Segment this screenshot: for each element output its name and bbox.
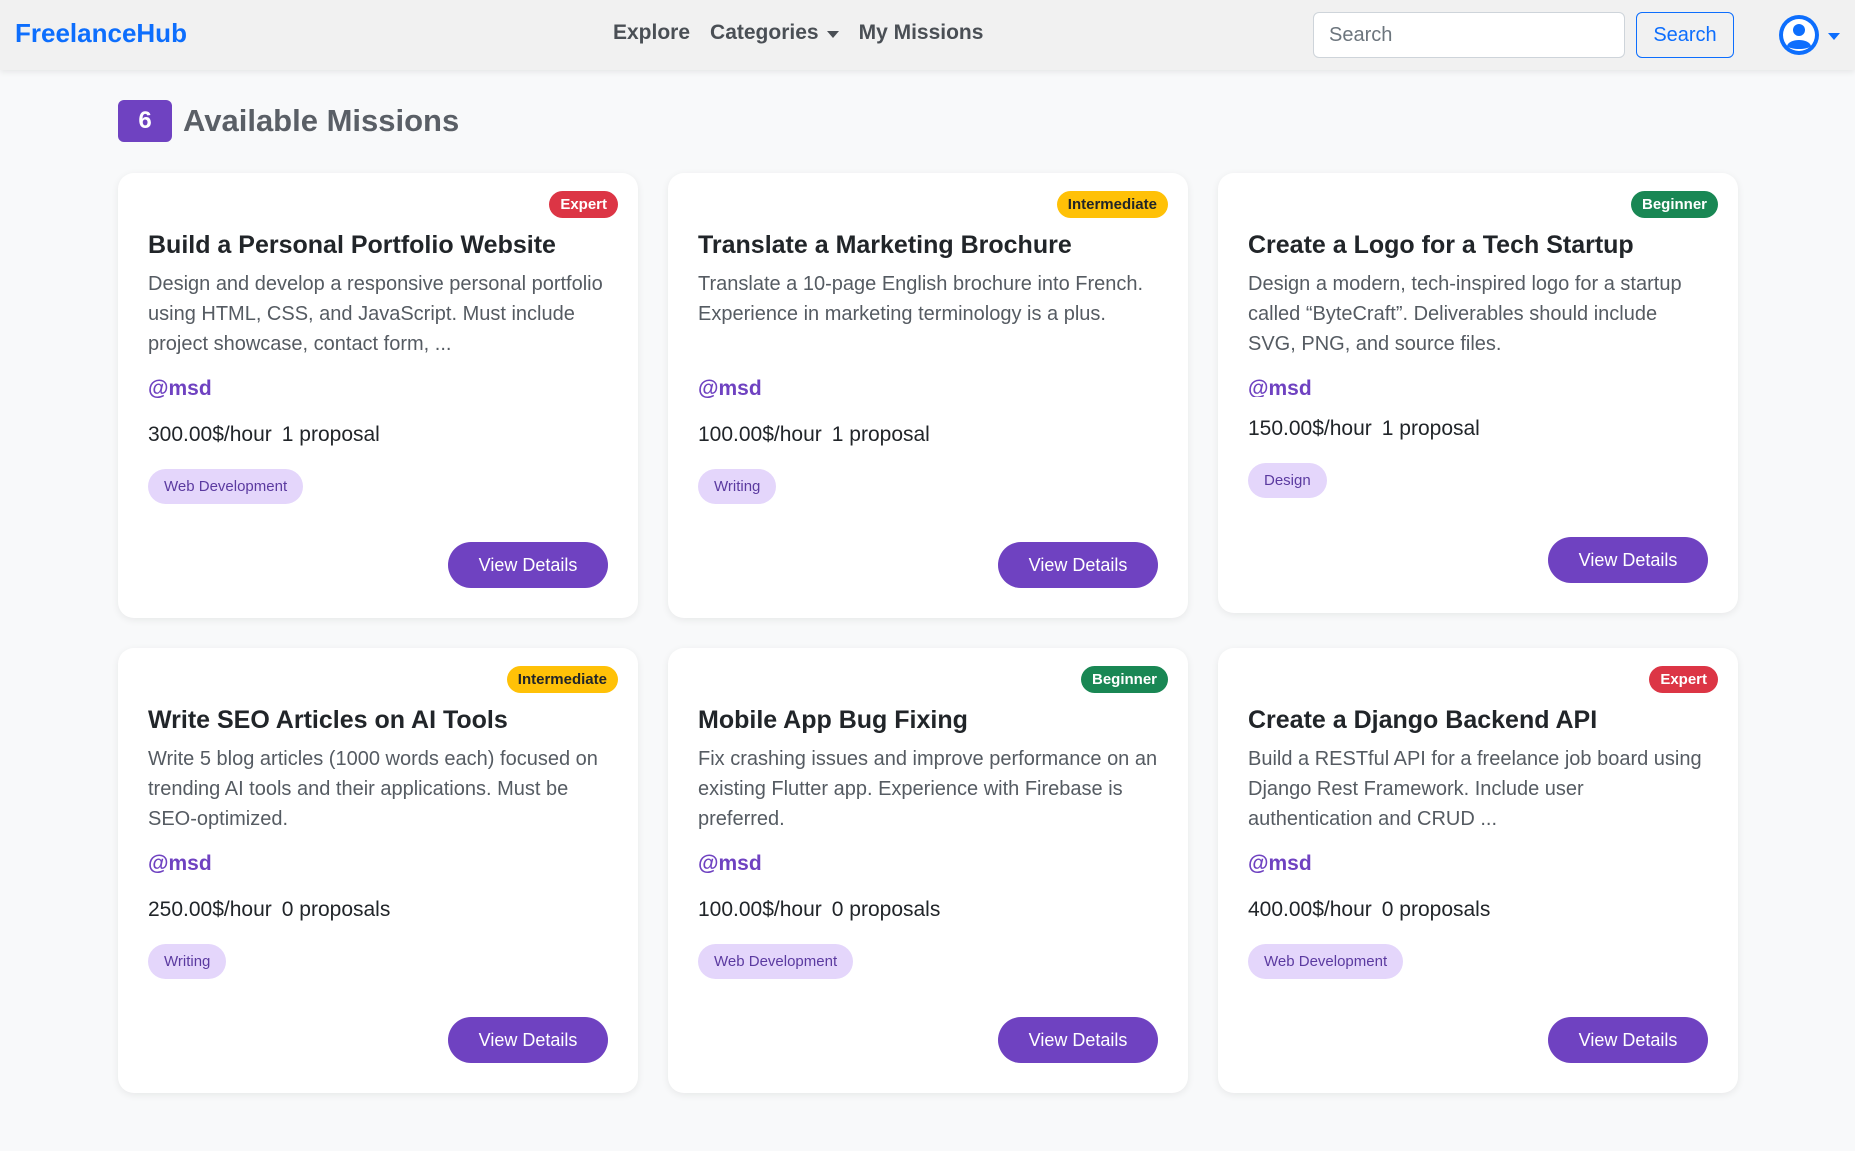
view-details-button[interactable]: View Details <box>448 1017 608 1063</box>
mission-card: Expert Create a Django Backend API Build… <box>1218 648 1738 1093</box>
mission-rate: 100.00$/hour <box>698 423 822 446</box>
level-badge: Expert <box>549 191 618 218</box>
mission-rate: 150.00$/hour <box>1248 417 1372 440</box>
mission-author[interactable]: @msd <box>1248 375 1708 397</box>
nav-categories-dropdown[interactable]: Categories <box>710 21 839 45</box>
missions-grid: Expert Build a Personal Portfolio Websit… <box>118 173 1738 1093</box>
view-details-button[interactable]: View Details <box>998 542 1158 588</box>
mission-proposals: 1 proposal <box>831 423 930 446</box>
navbar: FreelanceHub Explore Categories My Missi… <box>0 0 1855 70</box>
chevron-down-icon <box>826 30 839 38</box>
mission-title: Build a Personal Portfolio Website <box>148 231 556 259</box>
user-circle-icon <box>1779 15 1819 55</box>
view-details-button[interactable]: View Details <box>448 542 608 588</box>
user-menu-toggle[interactable] <box>1778 14 1840 56</box>
view-details-button[interactable]: View Details <box>1548 537 1708 583</box>
page-title: Available Missions <box>183 103 460 138</box>
mission-meta: 250.00$/hour 0 proposals <box>148 898 608 922</box>
mission-meta: 150.00$/hour 1 proposal <box>1248 417 1708 441</box>
mission-meta: 400.00$/hour 0 proposals <box>1248 898 1708 922</box>
mission-author[interactable]: @msd <box>1248 850 1708 878</box>
mission-title: Translate a Marketing Brochure <box>698 231 1072 259</box>
mission-meta: 100.00$/hour 0 proposals <box>698 898 1158 922</box>
mission-card: Expert Build a Personal Portfolio Websit… <box>118 173 638 618</box>
mission-author[interactable]: @msd <box>698 850 1158 878</box>
level-badge: Beginner <box>1630 191 1718 218</box>
nav-categories-label: Categories <box>710 21 819 44</box>
category-tag: Writing <box>698 469 777 504</box>
mission-title: Write SEO Articles on AI Tools <box>148 706 508 734</box>
mission-description: Translate a 10-page English brochure int… <box>698 273 1144 325</box>
mission-card: Intermediate Write SEO Articles on AI To… <box>118 648 638 1093</box>
search-input[interactable] <box>1313 12 1625 58</box>
mission-author[interactable]: @msd <box>698 375 1158 403</box>
view-details-button[interactable]: View Details <box>1548 1017 1708 1063</box>
level-badge: Intermediate <box>1056 191 1168 218</box>
mission-description: Build a RESTful API for a freelance job … <box>1248 748 1702 830</box>
nav-links: Explore Categories My Missions <box>613 21 983 45</box>
level-badge: Intermediate <box>506 666 618 693</box>
level-badge: Expert <box>1649 666 1718 693</box>
mission-card: Intermediate Translate a Marketing Broch… <box>668 173 1188 618</box>
page-header: 6 Available Missions <box>118 100 459 142</box>
category-tag: Web Development <box>148 469 304 504</box>
mission-proposals: 0 proposals <box>281 898 391 921</box>
mission-title: Create a Logo for a Tech Startup <box>1248 231 1634 259</box>
mission-author[interactable]: @msd <box>148 850 608 878</box>
level-badge: Beginner <box>1080 666 1168 693</box>
category-tag: Design <box>1248 463 1327 498</box>
mission-rate: 250.00$/hour <box>148 898 272 921</box>
mission-title: Mobile App Bug Fixing <box>698 706 968 734</box>
mission-description: Design and develop a responsive personal… <box>148 273 603 355</box>
mission-description: Design a modern, tech-inspired logo for … <box>1248 273 1682 355</box>
mission-rate: 400.00$/hour <box>1248 898 1372 921</box>
mission-title: Create a Django Backend API <box>1248 706 1598 734</box>
mission-meta: 300.00$/hour 1 proposal <box>148 423 608 447</box>
mission-count-badge: 6 <box>118 100 172 142</box>
category-tag: Writing <box>148 944 227 979</box>
mission-proposals: 1 proposal <box>281 423 380 446</box>
mission-card: Beginner Mobile App Bug Fixing Fix crash… <box>668 648 1188 1093</box>
mission-proposals: 0 proposals <box>1381 898 1491 921</box>
category-tag: Web Development <box>698 944 854 979</box>
nav-my-missions[interactable]: My Missions <box>859 21 984 45</box>
mission-proposals: 0 proposals <box>831 898 941 921</box>
view-details-button[interactable]: View Details <box>998 1017 1158 1063</box>
chevron-down-icon <box>1828 32 1840 40</box>
mission-proposals: 1 proposal <box>1381 417 1480 440</box>
mission-description: Write 5 blog articles (1000 words each) … <box>148 748 598 830</box>
brand-logo[interactable]: FreelanceHub <box>15 18 187 49</box>
mission-rate: 300.00$/hour <box>148 423 272 446</box>
mission-rate: 100.00$/hour <box>698 898 822 921</box>
nav-explore[interactable]: Explore <box>613 21 690 45</box>
search-button[interactable]: Search <box>1636 12 1734 58</box>
mission-meta: 100.00$/hour 1 proposal <box>698 423 1158 447</box>
mission-author[interactable]: @msd <box>148 375 608 403</box>
mission-card: Beginner Create a Logo for a Tech Startu… <box>1218 173 1738 613</box>
mission-description: Fix crashing issues and improve performa… <box>698 748 1158 830</box>
category-tag: Web Development <box>1248 944 1404 979</box>
